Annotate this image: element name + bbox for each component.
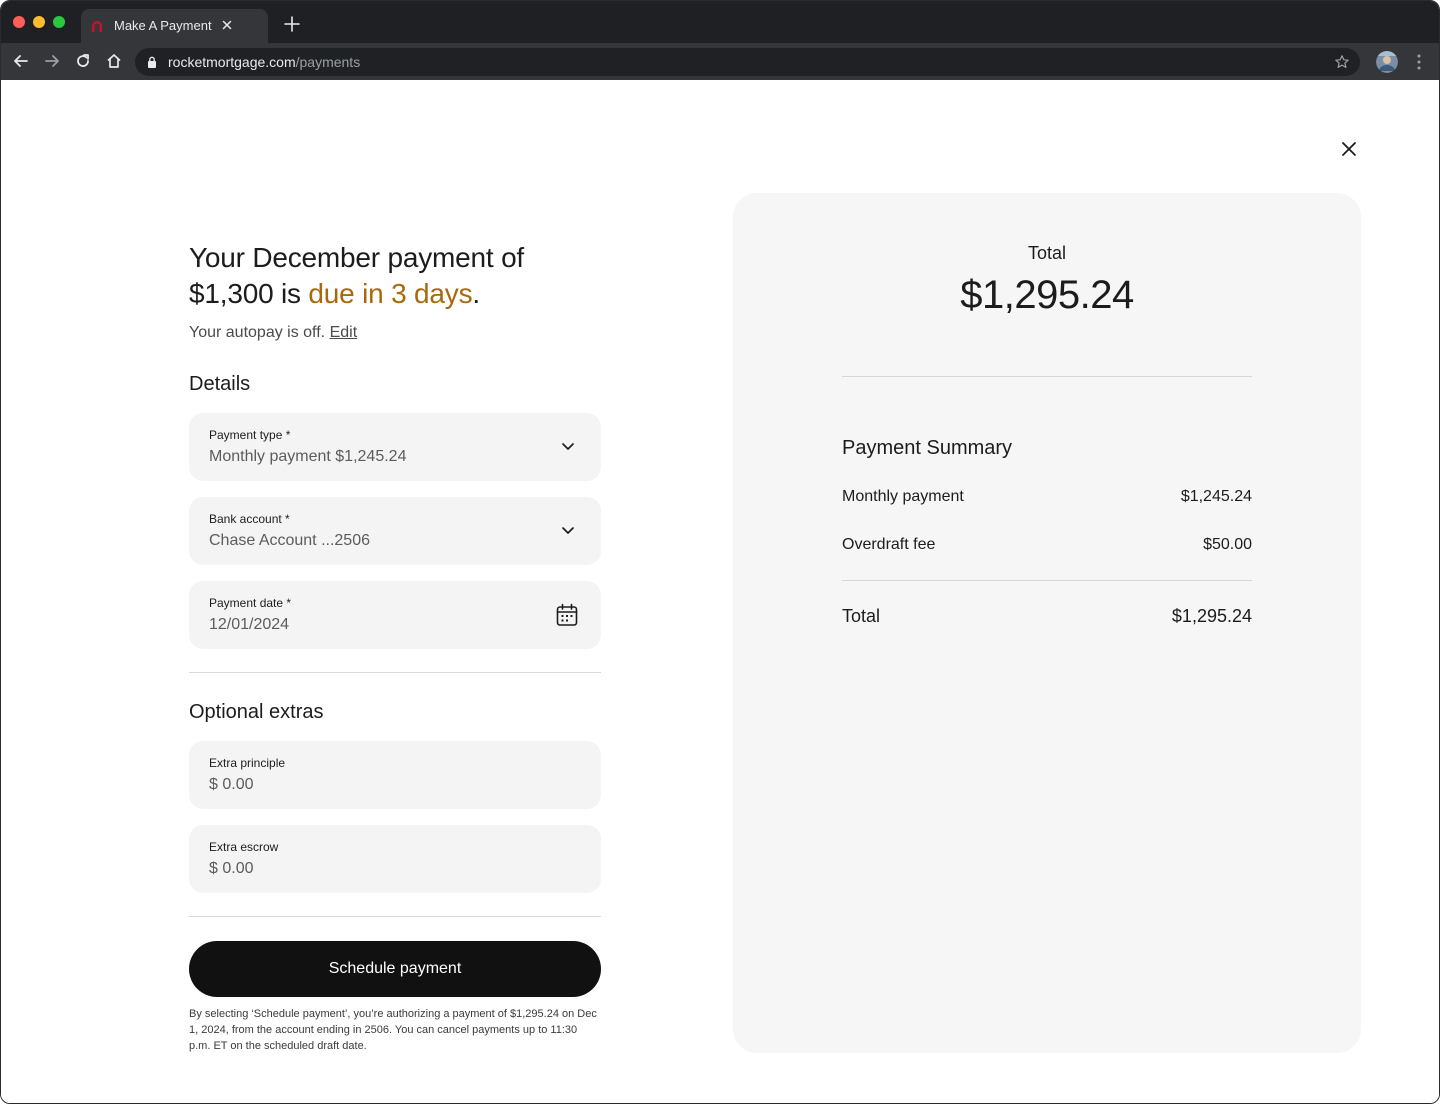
heading-suffix: . (472, 278, 480, 309)
lock-icon (148, 56, 156, 68)
field-value: $ 0.00 (209, 860, 254, 877)
field-value: $ 0.00 (209, 776, 254, 793)
browser-menu-icon[interactable] (1413, 53, 1425, 71)
forward-arrow-icon[interactable] (43, 52, 61, 70)
field-value: 12/01/2024 (209, 616, 290, 633)
close-window-button[interactable] (13, 16, 25, 28)
profile-avatar[interactable] (1376, 51, 1398, 73)
payment-summary-title: Payment Summary (842, 437, 1013, 459)
page-title: Your December payment of $1,300 is due i… (189, 240, 601, 312)
authorization-disclaimer: By selecting ‘Schedule payment’, you’re … (189, 1008, 597, 1052)
summary-row-value: $1,245.24 (1180, 488, 1252, 505)
due-highlight: due in 3 days (308, 278, 473, 309)
tab-title: Make A Payment (114, 18, 212, 33)
chevron-down-icon (562, 443, 574, 450)
address-bar[interactable]: rocketmortgage.com/payments (135, 48, 1360, 76)
browser-toolbar: rocketmortgage.com/payments (1, 43, 1439, 80)
summary-row-label: Overdraft fee (842, 536, 936, 553)
summary-row-value: $50.00 (1203, 536, 1252, 553)
summary-row-label: Monthly payment (842, 488, 964, 505)
schedule-payment-button[interactable]: Schedule payment (189, 941, 601, 997)
url-text: rocketmortgage.com/payments (168, 54, 360, 70)
summary-total-label: Total (842, 606, 881, 626)
url-path: /payments (295, 54, 361, 70)
field-value: Monthly payment $1,245.24 (209, 448, 407, 465)
back-arrow-icon[interactable] (12, 52, 30, 70)
section-divider (189, 916, 601, 917)
autopay-edit-link[interactable]: Edit (330, 324, 358, 341)
browser-window: Make A Payment rocketmortgage.com/paymen… (0, 0, 1440, 1104)
home-icon[interactable] (105, 52, 123, 70)
optional-extras-title: Optional extras (189, 701, 324, 723)
field-label: Payment date * (209, 596, 292, 610)
details-title: Details (189, 373, 251, 395)
field-label: Extra principle (209, 756, 286, 770)
autopay-text: Your autopay is off. (189, 324, 326, 341)
summary-row: Overdraft fee $50.00 (842, 536, 1252, 558)
payment-date-field[interactable]: Payment date * 12/01/2024 (189, 581, 601, 649)
payment-page: Your December payment of $1,300 is due i… (1, 80, 1439, 1103)
total-amount: $1,295.24 (960, 273, 1134, 317)
payment-summary-panel: Total $1,295.24 Payment Summary Monthly … (733, 193, 1361, 1053)
extra-escrow-input[interactable]: Extra escrow $ 0.00 (189, 825, 601, 893)
field-value: Chase Account ...2506 (209, 532, 370, 549)
field-label: Extra escrow (209, 840, 279, 854)
summary-total-row: Total $1,295.24 (842, 606, 1252, 628)
bookmark-star-icon[interactable] (1334, 54, 1350, 70)
summary-row: Monthly payment $1,245.24 (842, 488, 1252, 510)
autopay-status: Your autopay is off. Edit (189, 324, 357, 342)
total-label: Total (1027, 243, 1067, 263)
close-icon[interactable] (1339, 139, 1359, 159)
minimize-window-button[interactable] (33, 16, 45, 28)
calendar-icon[interactable] (556, 603, 578, 627)
bank-account-select[interactable]: Bank account * Chase Account ...2506 (189, 497, 601, 565)
summary-divider (842, 580, 1252, 581)
browser-titlebar: Make A Payment (1, 1, 1439, 43)
new-tab-icon[interactable] (283, 15, 301, 33)
extra-principle-input[interactable]: Extra principle $ 0.00 (189, 741, 601, 809)
url-domain: rocketmortgage.com (168, 54, 296, 70)
summary-divider (842, 376, 1252, 377)
maximize-window-button[interactable] (53, 16, 65, 28)
reload-icon[interactable] (74, 52, 92, 70)
tab-close-icon[interactable] (219, 17, 235, 33)
browser-tab[interactable]: Make A Payment (81, 9, 268, 43)
payment-type-select[interactable]: Payment type * Monthly payment $1,245.24 (189, 413, 601, 481)
summary-total-value: $1,295.24 (1171, 606, 1252, 626)
chevron-down-icon (562, 527, 574, 534)
field-label: Bank account * (209, 512, 290, 526)
field-label: Payment type * (209, 428, 291, 442)
rocket-mortgage-favicon-icon (92, 21, 102, 32)
section-divider (189, 672, 601, 673)
